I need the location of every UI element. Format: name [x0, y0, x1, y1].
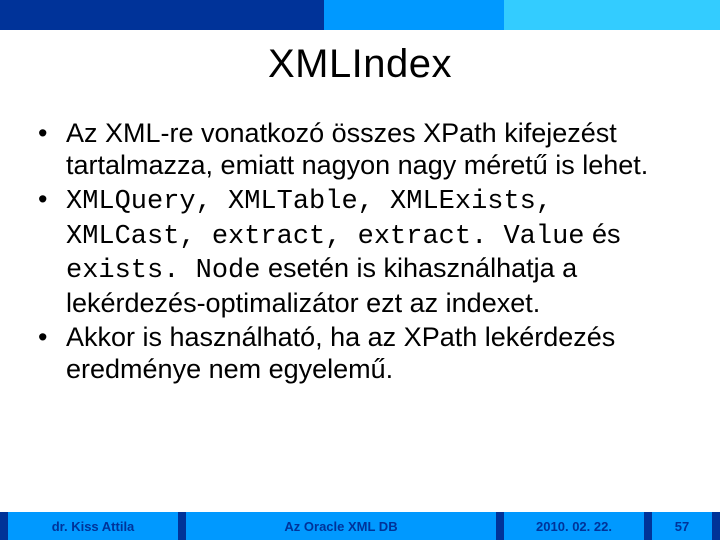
bullet-item: XMLQuery, XMLTable, XMLExists, XMLCast, … — [38, 184, 690, 320]
footer-author: dr. Kiss Attila — [52, 519, 135, 534]
footer-divider — [496, 512, 504, 540]
bullet-item: Az XML-re vonatkozó összes XPath kifejez… — [38, 118, 690, 182]
footer-divider — [178, 512, 186, 540]
band-segment-mid — [324, 0, 504, 30]
footer-date: 2010. 02. 22. — [536, 519, 612, 534]
slide-body: Az XML-re vonatkozó összes XPath kifejez… — [38, 118, 690, 388]
footer-divider — [0, 512, 8, 540]
band-segment-dark — [0, 0, 324, 30]
code-span: XMLQuery, XMLTable, XMLExists, XMLCast, … — [66, 187, 584, 252]
bullet-text: Akkor is használható, ha az XPath lekérd… — [66, 322, 615, 384]
header-color-band — [0, 0, 720, 30]
footer-divider — [712, 512, 720, 540]
bullet-item: Akkor is használható, ha az XPath lekérd… — [38, 322, 690, 386]
footer-author-cell: dr. Kiss Attila — [8, 512, 178, 540]
band-segment-light — [504, 0, 720, 30]
code-span: exists. Node — [66, 256, 260, 286]
footer-course: Az Oracle XML DB — [284, 519, 397, 534]
footer-bar: dr. Kiss Attila Az Oracle XML DB 2010. 0… — [0, 512, 720, 540]
slide-title: XMLIndex — [0, 42, 720, 87]
footer-date-cell: 2010. 02. 22. — [504, 512, 644, 540]
bullet-text: és — [584, 219, 620, 249]
footer-divider — [644, 512, 652, 540]
bullet-text: Az XML-re vonatkozó összes XPath kifejez… — [66, 118, 648, 180]
footer-page-cell: 57 — [652, 512, 712, 540]
footer-page: 57 — [675, 519, 689, 534]
footer-course-cell: Az Oracle XML DB — [186, 512, 496, 540]
